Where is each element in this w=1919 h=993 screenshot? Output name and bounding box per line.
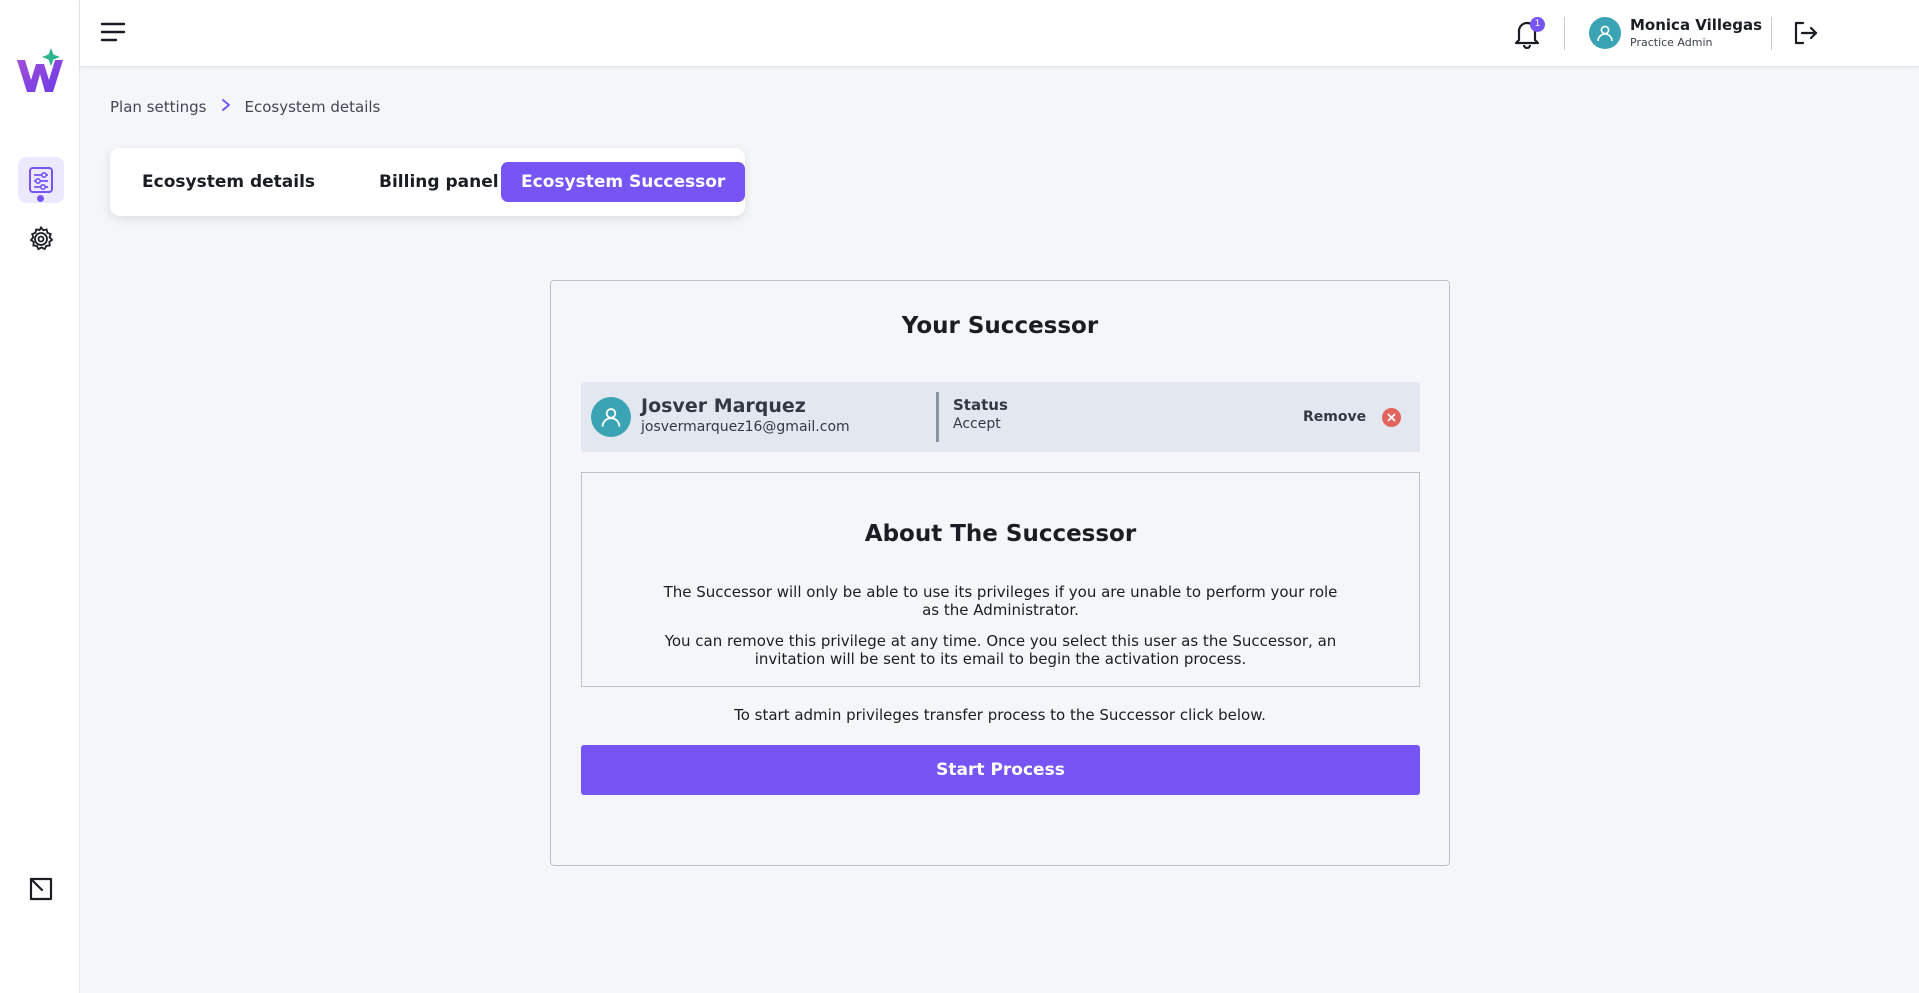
tab-ecosystem-successor[interactable]: Ecosystem Successor xyxy=(501,162,746,202)
tab-bar: Ecosystem details Billing panel Ecosyste… xyxy=(110,148,746,216)
status-label: Status xyxy=(953,396,1008,414)
user-icon xyxy=(1597,25,1613,42)
tab-ecosystem-details[interactable]: Ecosystem details xyxy=(122,162,335,202)
breadcrumb-ecosystem-details: Ecosystem details xyxy=(244,97,381,116)
breadcrumb-plan-settings[interactable]: Plan settings xyxy=(110,98,207,116)
about-title: About The Successor xyxy=(864,521,1137,547)
user-avatar[interactable] xyxy=(1589,17,1621,49)
breadcrumb: Plan settings Ecosystem details xyxy=(110,97,380,116)
successor-row: Josver Marquez josvermarquez16@gmail.com… xyxy=(581,382,1420,452)
exit-window-button[interactable] xyxy=(24,872,58,906)
about-paragraph-2: You can remove this privilege at any tim… xyxy=(582,632,1419,668)
start-process-hint: To start admin privileges transfer proce… xyxy=(734,706,1266,724)
gear-icon xyxy=(29,225,54,251)
successor-row-divider xyxy=(936,392,939,442)
successor-name: Josver Marquez xyxy=(641,395,806,417)
logout-button[interactable] xyxy=(1792,19,1820,47)
notification-count-badge: 1 xyxy=(1530,17,1545,32)
successor-title: Your Successor xyxy=(901,313,1099,339)
successor-email: josvermarquez16@gmail.com xyxy=(641,419,850,435)
remove-label: Remove xyxy=(1303,409,1367,425)
logout-icon xyxy=(1794,21,1818,45)
tab-billing-panel[interactable]: Billing panel xyxy=(359,162,519,202)
about-successor-box: About The Successor The Successor will o… xyxy=(581,472,1420,687)
remove-successor-button[interactable]: Remove xyxy=(1303,406,1402,428)
sidebar xyxy=(0,0,80,993)
header-divider xyxy=(1771,17,1772,50)
chevron-right-icon xyxy=(221,97,231,116)
header-divider xyxy=(1564,17,1565,50)
top-bar: 1 Monica Villegas Practice Admin xyxy=(80,0,1919,67)
about-paragraph-1-text: The Successor will only be able to use i… xyxy=(663,583,1338,619)
w-brand-logo-icon[interactable] xyxy=(14,46,66,98)
hamburger-menu-button[interactable] xyxy=(99,19,127,45)
start-process-button[interactable]: Start Process xyxy=(581,745,1420,795)
sliders-document-icon xyxy=(29,167,53,193)
user-role: Practice Admin xyxy=(1630,36,1713,49)
active-indicator-dot xyxy=(37,195,44,202)
user-name: Monica Villegas xyxy=(1630,16,1763,34)
successor-card: Your Successor Josver Marquez josvermarq… xyxy=(550,280,1450,866)
exit-window-icon xyxy=(29,877,53,901)
about-paragraph-2-text: You can remove this privilege at any tim… xyxy=(664,632,1337,668)
about-paragraph-1: The Successor will only be able to use i… xyxy=(582,583,1419,619)
successor-avatar xyxy=(591,397,631,437)
status-value: Accept xyxy=(953,416,1001,432)
close-circle-icon[interactable] xyxy=(1382,407,1402,427)
user-icon xyxy=(601,408,621,427)
hamburger-icon xyxy=(100,22,126,42)
sidebar-item-settings[interactable] xyxy=(24,222,58,256)
